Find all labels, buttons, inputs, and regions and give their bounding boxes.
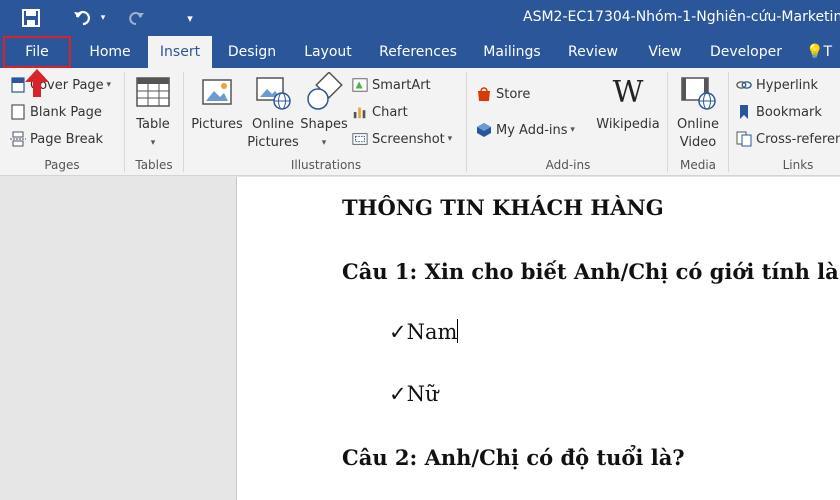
tab-review[interactable]: Review [562, 36, 624, 68]
doc-heading: THÔNG TIN KHÁCH HÀNG [342, 195, 664, 220]
tab-insert[interactable]: Insert [148, 36, 212, 69]
pictures-button[interactable]: Pictures [190, 72, 244, 134]
title-bar: ▾ ▾ ASM2-EC17304-Nhóm-1-Nghiên-cứu-Marke… [0, 0, 840, 36]
doc-question-1: Câu 1: Xin cho biết Anh/Chị có giới tính… [342, 259, 840, 284]
shapes-icon [307, 72, 343, 110]
tab-view[interactable]: View [640, 36, 690, 68]
document-title: ASM2-EC17304-Nhóm-1-Nghiên-cứu-Marketing [523, 9, 840, 25]
chevron-down-icon: ▾ [567, 125, 575, 135]
tab-layout[interactable]: Layout [296, 36, 360, 68]
page-break-button[interactable]: Page Break [10, 128, 103, 150]
redo-icon[interactable] [124, 6, 150, 30]
tab-home[interactable]: Home [80, 36, 140, 68]
annotation-arrow-icon [25, 69, 49, 97]
group-separator [466, 72, 467, 172]
group-separator [667, 72, 668, 172]
pictures-icon [202, 79, 232, 105]
store-icon [476, 86, 492, 102]
hyperlink-button[interactable]: Hyperlink [736, 74, 818, 96]
tab-developer[interactable]: Developer [706, 36, 786, 68]
customize-qat-icon[interactable]: ▾ [182, 6, 198, 30]
document-page[interactable]: THÔNG TIN KHÁCH HÀNG Câu 1: Xin cho biết… [236, 177, 840, 500]
online-pictures-button[interactable]: Online Pictures [247, 72, 299, 152]
tab-file[interactable]: File [3, 36, 71, 68]
online-pictures-icon [256, 77, 291, 110]
table-button[interactable]: Table ▾ [130, 72, 176, 152]
text-cursor [457, 319, 459, 343]
bookmark-button[interactable]: Bookmark [736, 101, 822, 123]
ribbon-panel: Cover Page ▾ Blank Page Page Break Pages… [0, 68, 840, 176]
cross-reference-icon [736, 131, 752, 147]
chart-button[interactable]: Chart [352, 101, 408, 123]
group-label-links: Links [782, 158, 814, 172]
undo-icon[interactable] [70, 6, 96, 30]
blank-page-icon [10, 104, 26, 120]
group-label-tables: Tables [135, 158, 173, 172]
group-label-addins: Add-ins [545, 158, 591, 172]
chevron-down-icon: ▾ [103, 80, 112, 90]
tell-me-box[interactable]: 💡T [806, 36, 840, 68]
screenshot-icon [352, 131, 368, 147]
wikipedia-icon: W [613, 75, 644, 110]
group-separator [183, 72, 184, 172]
screenshot-button[interactable]: Screenshot ▾ [352, 128, 452, 150]
store-button[interactable]: Store [476, 83, 530, 105]
group-label-illustrations: Illustrations [290, 158, 362, 172]
undo-dropdown-icon[interactable]: ▾ [96, 6, 110, 30]
smartart-button[interactable]: SmartArt [352, 74, 431, 96]
page-break-icon [10, 131, 26, 147]
save-icon[interactable] [18, 6, 44, 30]
group-separator [124, 72, 125, 172]
blank-page-button[interactable]: Blank Page [10, 101, 102, 123]
group-separator [728, 72, 729, 172]
online-video-button[interactable]: Online Video [672, 72, 724, 152]
my-addins-button[interactable]: My Add-ins ▾ [476, 119, 575, 141]
doc-question-2: Câu 2: Anh/Chị có độ tuổi là? [342, 445, 685, 470]
ribbon-tabs: File Home Insert Design Layout Reference… [0, 36, 840, 69]
group-label-pages: Pages [44, 158, 80, 172]
online-video-icon [681, 77, 716, 110]
tab-references[interactable]: References [374, 36, 462, 68]
bookmark-icon [736, 104, 752, 120]
document-gutter [0, 177, 236, 500]
smartart-icon [352, 77, 368, 93]
hyperlink-icon [736, 77, 752, 93]
lightbulb-icon: 💡 [806, 44, 824, 60]
chart-icon [352, 104, 368, 120]
cross-reference-button[interactable]: Cross-referen [736, 128, 840, 150]
wikipedia-button[interactable]: W Wikipedia [594, 72, 662, 134]
my-addins-icon [476, 122, 492, 138]
doc-option-nu: ✓Nữ [389, 382, 439, 406]
group-label-media: Media [679, 158, 717, 172]
chevron-down-icon: ▾ [150, 138, 156, 148]
tab-design[interactable]: Design [220, 36, 284, 68]
tab-mailings[interactable]: Mailings [478, 36, 546, 68]
doc-option-nam: ✓Nam [389, 319, 459, 344]
shapes-button[interactable]: Shapes ▾ [300, 72, 348, 152]
table-icon [136, 77, 170, 107]
svg-text:W: W [613, 75, 644, 110]
chevron-down-icon: ▾ [321, 138, 327, 148]
chevron-down-icon: ▾ [444, 134, 453, 144]
tell-me-label: T [823, 44, 832, 60]
